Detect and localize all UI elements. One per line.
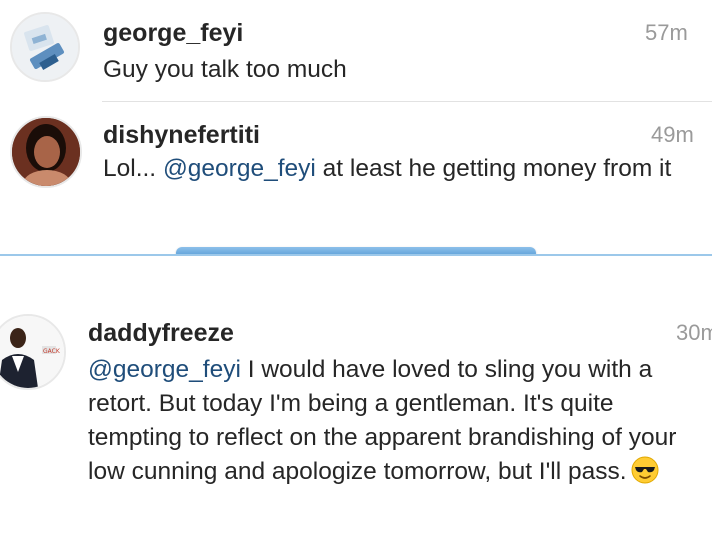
comment-divider: [102, 101, 712, 102]
avatar-image: GACK: [0, 316, 64, 388]
avatar-george-feyi[interactable]: [10, 12, 80, 82]
comment-prefix: Lol...: [103, 155, 163, 182]
comment-username[interactable]: george_feyi: [103, 19, 243, 48]
comment-text: Lol... @george_feyi at least he getting …: [103, 152, 673, 186]
comment-timestamp: 57m: [645, 20, 688, 45]
comment-body: at least he getting money from it: [315, 155, 672, 182]
avatar-dishynefertiti[interactable]: [10, 116, 82, 188]
mention-link[interactable]: @george_feyi: [88, 356, 241, 383]
comments-top-section: george_feyi 57m Guy you talk too much di…: [0, 0, 712, 254]
comment-text: @george_feyi I would have loved to sling…: [88, 353, 700, 489]
comment-text: Guy you talk too much: [103, 56, 347, 83]
avatar-image: [12, 14, 78, 80]
mention-link[interactable]: @george_feyi: [163, 155, 316, 182]
avatar-image: [12, 118, 80, 186]
comment-username[interactable]: daddyfreeze: [88, 319, 234, 348]
comment-username[interactable]: dishynefertiti: [103, 121, 260, 150]
comment-timestamp: 49m: [651, 122, 694, 147]
comment-timestamp: 30m: [676, 320, 712, 345]
avatar-daddyfreeze[interactable]: GACK: [0, 314, 66, 390]
comments-bottom-section: GACK daddyfreeze 30m @george_feyi I woul…: [0, 254, 712, 557]
sunglasses-emoji-icon: [631, 456, 659, 484]
svg-text:GACK: GACK: [43, 348, 61, 355]
